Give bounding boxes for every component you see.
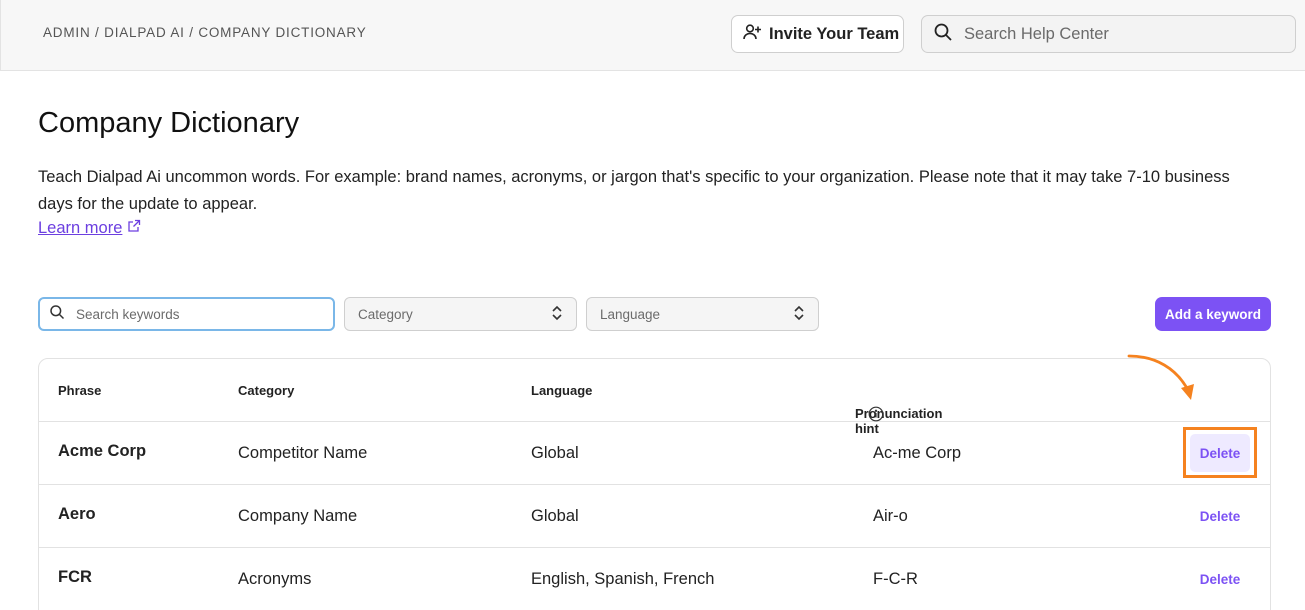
invite-team-button[interactable]: Invite Your Team	[731, 15, 904, 53]
info-icon[interactable]	[868, 406, 884, 422]
row-phrase: FCR	[58, 568, 92, 586]
table-row: Aero Company Name Global Air-o Delete	[39, 485, 1270, 548]
delete-button[interactable]: Delete	[1190, 497, 1250, 535]
row-pronunciation-hint: Ac-me Corp	[873, 444, 962, 462]
row-category: Competitor Name	[238, 444, 368, 462]
row-language: English, Spanish, French	[531, 570, 715, 588]
search-icon	[49, 304, 76, 325]
learn-more-label: Learn more	[38, 219, 123, 237]
row-pronunciation-hint: F-C-R	[873, 570, 918, 588]
search-icon	[933, 22, 964, 47]
page-title: Company Dictionary	[38, 107, 300, 139]
annotation-arrow	[1127, 354, 1194, 400]
annotation-highlight-box	[1183, 427, 1257, 478]
learn-more-link[interactable]: Learn more	[38, 219, 141, 238]
help-search-input[interactable]	[964, 24, 1284, 44]
row-category: Company Name	[238, 507, 358, 525]
table-row: Acme Corp Competitor Name Global Ac-me C…	[39, 422, 1270, 485]
category-select-value: Category	[358, 306, 413, 322]
row-pronunciation-hint: Air-o	[873, 507, 908, 525]
dictionary-table: Phrase Category Language Pronunciation h…	[38, 358, 1271, 610]
category-select[interactable]: Category	[344, 297, 577, 331]
keyword-search-input[interactable]	[76, 306, 316, 322]
row-phrase: Aero	[58, 505, 96, 523]
language-select-value: Language	[600, 306, 661, 322]
invite-team-label: Invite Your Team	[769, 24, 900, 43]
table-row: FCR Acronyms English, Spanish, French F-…	[39, 548, 1270, 610]
chevron-updown-icon	[793, 305, 805, 324]
language-select[interactable]: Language	[586, 297, 819, 331]
delete-button[interactable]: Delete	[1190, 560, 1250, 598]
top-bar: ADMIN / DIALPAD AI / COMPANY DICTIONARY …	[0, 0, 1305, 71]
row-phrase: Acme Corp	[58, 442, 147, 460]
help-center-search[interactable]	[921, 15, 1296, 53]
header-phrase: Phrase	[58, 383, 102, 398]
row-category: Acronyms	[238, 570, 312, 588]
header-language: Language	[531, 383, 593, 398]
add-keyword-button[interactable]: Add a keyword	[1155, 297, 1271, 331]
keyword-search[interactable]	[38, 297, 335, 331]
row-language: Global	[531, 444, 579, 462]
header-category: Category	[238, 383, 295, 398]
chevron-updown-icon	[551, 305, 563, 324]
breadcrumb: ADMIN / DIALPAD AI / COMPANY DICTIONARY	[43, 25, 367, 40]
external-link-icon	[122, 219, 141, 238]
add-user-icon	[742, 22, 769, 47]
row-language: Global	[531, 507, 579, 525]
table-header: Phrase Category Language Pronunciation h…	[39, 359, 1270, 436]
page-description: Teach Dialpad Ai uncommon words. For exa…	[38, 168, 1230, 213]
